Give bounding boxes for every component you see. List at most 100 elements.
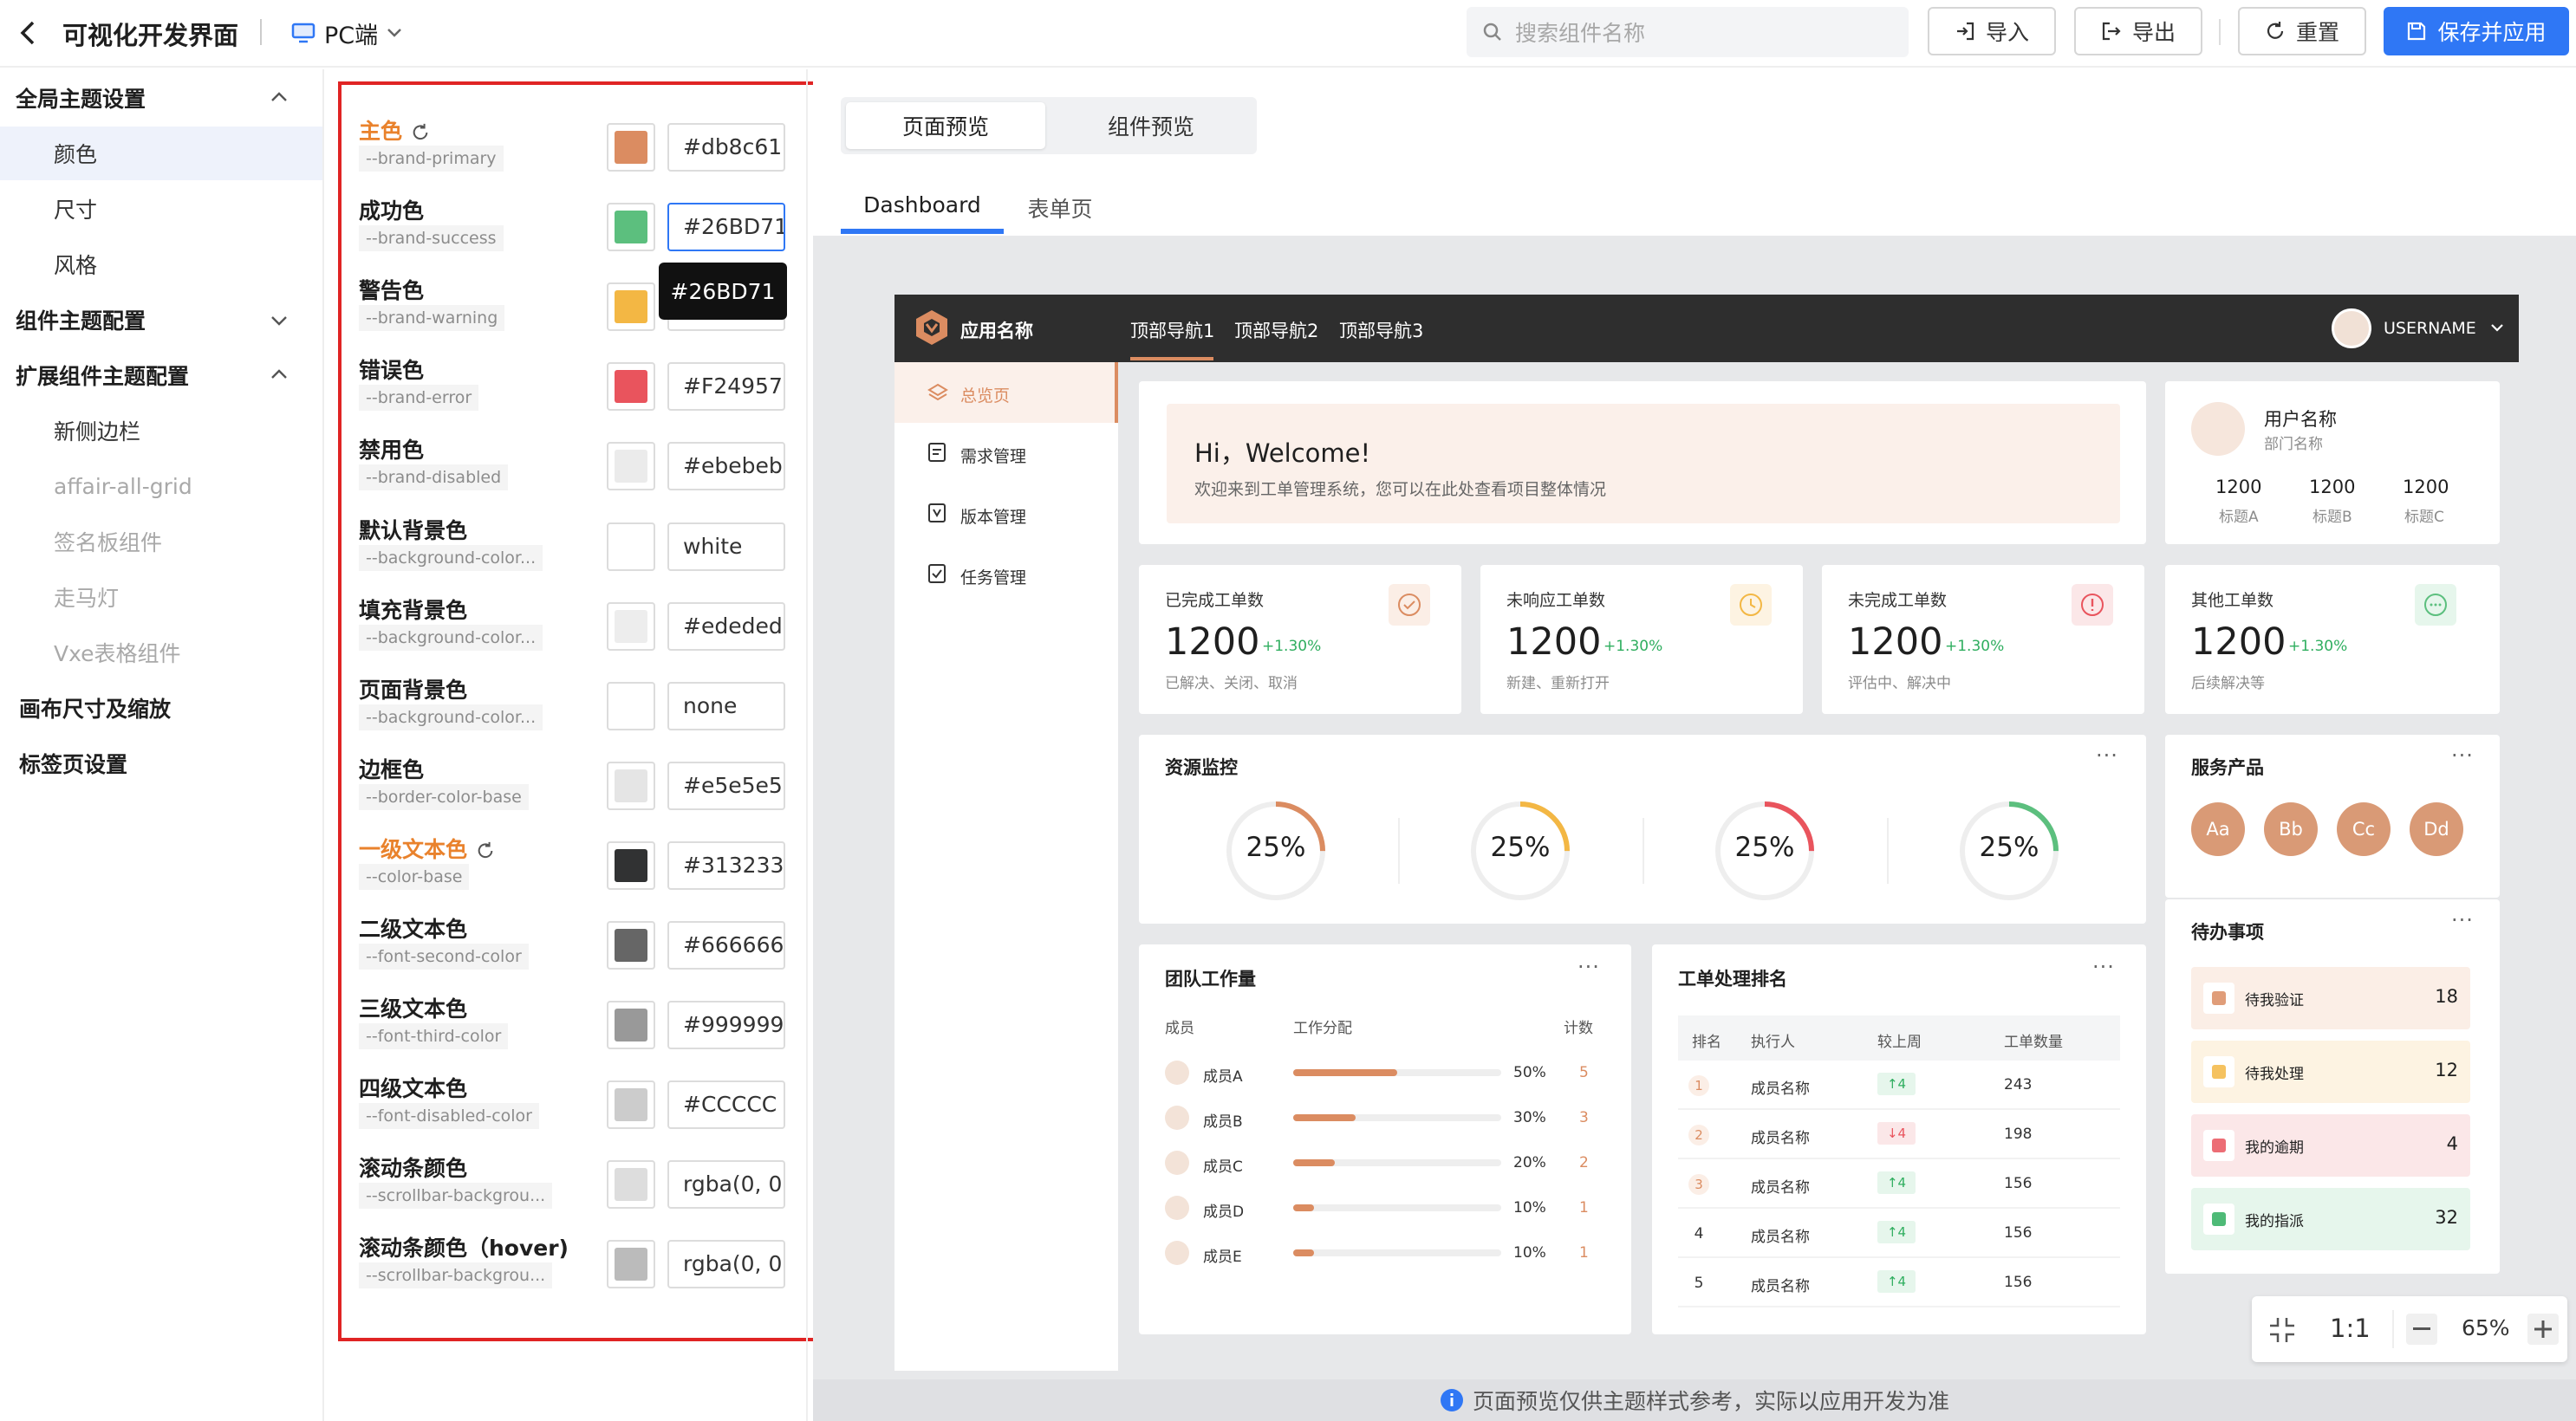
color-swatch[interactable]: [607, 123, 655, 172]
sidebar-group-canvas[interactable]: 画布尺寸及缩放: [0, 681, 322, 735]
app-menu-versions[interactable]: 版本管理: [894, 483, 1116, 544]
color-label-text: 禁用色: [359, 438, 425, 464]
color-value-input[interactable]: rgba(0, 0: [667, 1160, 785, 1210]
sidebar-group-global-theme[interactable]: 全局主题设置: [0, 71, 322, 125]
todo-item[interactable]: 待我处理 12: [2191, 1041, 2470, 1103]
platform-select[interactable]: PC端: [291, 14, 402, 52]
actual-size-button[interactable]: 1:1: [2330, 1314, 2371, 1343]
top-nav-1[interactable]: 顶部导航1: [1130, 317, 1214, 343]
save-apply-button[interactable]: 保存并应用: [2384, 7, 2569, 55]
more-icon[interactable]: ···: [2451, 743, 2474, 768]
theme-color-row: 页面背景色 --background-color... none: [342, 673, 824, 753]
color-value-input[interactable]: #26BD71: [667, 203, 785, 252]
sidebar-item-size[interactable]: 尺寸: [0, 182, 322, 236]
color-swatch[interactable]: [607, 203, 655, 252]
sidebar-item-new-sidebar[interactable]: 新侧边栏: [0, 404, 322, 457]
color-swatch[interactable]: [607, 442, 655, 491]
color-swatch[interactable]: [607, 761, 655, 810]
card-title: 待办事项: [2191, 922, 2264, 943]
table-row: 5 成员名称 ↑4 156: [1678, 1258, 2120, 1307]
service-item[interactable]: Aa: [2191, 802, 2245, 856]
color-swatch[interactable]: [607, 681, 655, 730]
reset-icon[interactable]: [476, 841, 495, 860]
color-label: 三级文本色: [359, 992, 467, 1023]
color-label-text: 滚动条颜色: [359, 1156, 468, 1182]
avatar[interactable]: [2332, 308, 2371, 348]
color-value-input[interactable]: #666666: [667, 921, 785, 970]
color-swatch[interactable]: [607, 921, 655, 970]
reset-label: 重置: [2295, 20, 2339, 45]
sidebar-group-extended-theme[interactable]: 扩展组件主题配置: [0, 348, 322, 402]
color-swatch[interactable]: [607, 1160, 655, 1210]
todo-card: 待办事项 ··· 待我验证 18 待我处理 12 我的逾期 4 我的指派 32: [2165, 899, 2500, 1274]
color-value-input[interactable]: #e5e5e5: [667, 761, 785, 810]
tab-form-page[interactable]: 表单页: [1012, 192, 1108, 224]
color-swatch[interactable]: [607, 840, 655, 890]
color-value-input[interactable]: #F24957: [667, 362, 785, 412]
username[interactable]: USERNAME: [2384, 319, 2476, 338]
sidebar-item-vxe-table[interactable]: Vxe表格组件: [0, 626, 322, 679]
chevron-down-icon[interactable]: [2491, 324, 2503, 333]
color-value-input[interactable]: #ededed: [667, 601, 785, 651]
todo-item[interactable]: 我的逾期 4: [2191, 1114, 2470, 1177]
color-swatch[interactable]: [607, 1080, 655, 1130]
service-item[interactable]: Bb: [2264, 802, 2318, 856]
color-value-input[interactable]: #CCCCC: [667, 1080, 785, 1130]
color-swatch[interactable]: [607, 282, 655, 332]
color-swatch[interactable]: [607, 1001, 655, 1050]
search-icon: [1482, 22, 1503, 42]
sidebar-group-tabs[interactable]: 标签页设置: [0, 736, 322, 790]
color-value-input[interactable]: rgba(0, 0: [667, 1240, 785, 1289]
tab-component-preview[interactable]: 组件预览: [1051, 102, 1252, 149]
color-value-input[interactable]: none: [667, 681, 785, 730]
more-icon[interactable]: ···: [2096, 743, 2118, 768]
sidebar-item-affair-grid[interactable]: affair-all-grid: [0, 459, 322, 513]
top-nav-2[interactable]: 顶部导航2: [1234, 317, 1318, 343]
member-percent: 50%: [1513, 1064, 1546, 1081]
color-swatch[interactable]: [607, 522, 655, 571]
export-button[interactable]: 导出: [2074, 7, 2202, 55]
member-name: 成员A: [1203, 1068, 1243, 1086]
reset-icon[interactable]: [411, 123, 430, 142]
gauge-value: 25%: [1490, 832, 1551, 863]
color-label-text: 二级文本色: [359, 917, 468, 942]
color-value-input[interactable]: white: [667, 522, 785, 571]
zoom-out-button[interactable]: [2406, 1314, 2437, 1345]
color-swatch[interactable]: [607, 601, 655, 651]
more-icon[interactable]: ···: [1577, 955, 1600, 979]
search-input[interactable]: 搜索组件名称: [1467, 7, 1909, 57]
app-menu-tasks[interactable]: 任务管理: [894, 544, 1116, 605]
todo-item[interactable]: 我的指派 32: [2191, 1188, 2470, 1250]
card-title: 工单处理排名: [1678, 969, 1787, 990]
todo-item[interactable]: 待我验证 18: [2191, 967, 2470, 1029]
app-menu-requirements[interactable]: 需求管理: [894, 423, 1116, 483]
card-title: 团队工作量: [1165, 969, 1256, 990]
import-button[interactable]: 导入: [1928, 7, 2056, 55]
top-nav-3[interactable]: 顶部导航3: [1339, 317, 1423, 343]
back-icon[interactable]: [16, 19, 42, 47]
more-icon[interactable]: ···: [2092, 955, 2115, 979]
color-value-input[interactable]: #999999: [667, 1001, 785, 1050]
color-value-input[interactable]: #ebebeb: [667, 442, 785, 491]
sidebar-group-component-theme[interactable]: 组件主题配置: [0, 293, 322, 347]
color-value-input[interactable]: #313233: [667, 840, 785, 890]
color-value-input[interactable]: #db8c61: [667, 123, 785, 172]
fit-screen-icon[interactable]: [2267, 1315, 2297, 1345]
tab-dashboard[interactable]: Dashboard: [841, 192, 1004, 217]
tab-page-preview[interactable]: 页面预览: [846, 102, 1045, 149]
sidebar-item-carousel[interactable]: 走马灯: [0, 570, 322, 624]
sidebar-item-signature[interactable]: 签名板组件: [0, 515, 322, 568]
zoom-in-button[interactable]: [2527, 1314, 2559, 1345]
color-swatch[interactable]: [607, 362, 655, 412]
color-swatch[interactable]: [607, 1240, 655, 1289]
service-item[interactable]: Cc: [2337, 802, 2391, 856]
more-icon[interactable]: ···: [2451, 908, 2474, 932]
service-item[interactable]: Dd: [2410, 802, 2463, 856]
sidebar-item-style[interactable]: 风格: [0, 237, 322, 291]
column-header: 计数: [1564, 1020, 1593, 1037]
progress-track: [1293, 1069, 1501, 1076]
sidebar-item-color[interactable]: 颜色: [0, 127, 322, 180]
welcome-card: Hi，Welcome! 欢迎来到工单管理系统，您可以在此处查看项目整体情况: [1139, 381, 2146, 544]
reset-button[interactable]: 重置: [2238, 7, 2366, 55]
app-menu-overview[interactable]: 总览页: [894, 362, 1116, 423]
